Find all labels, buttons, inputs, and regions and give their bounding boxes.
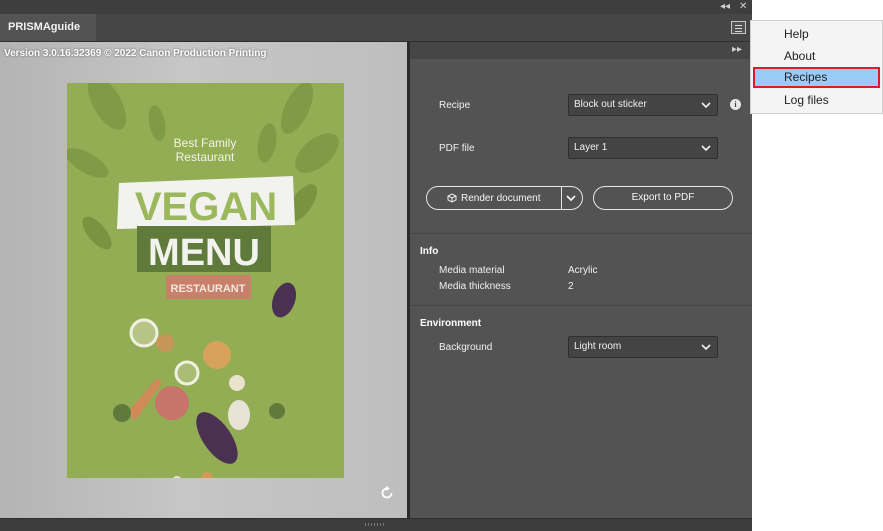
background-select[interactable]: Light room bbox=[568, 336, 718, 358]
menu-item-about[interactable]: About bbox=[751, 46, 882, 67]
export-to-pdf-button[interactable]: Export to PDF bbox=[593, 186, 733, 210]
render-document-button[interactable]: Render document bbox=[426, 186, 583, 210]
section-separator bbox=[410, 233, 752, 234]
poster-line-1: Best Family bbox=[174, 136, 237, 150]
media-material-label: Media material bbox=[439, 265, 505, 276]
poster-word-restaurant: RESTAURANT bbox=[171, 283, 246, 295]
pdf-file-select[interactable]: Layer 1 bbox=[568, 137, 718, 159]
pdf-file-select-value: Layer 1 bbox=[574, 142, 608, 153]
media-thickness-label: Media thickness bbox=[439, 281, 511, 292]
menu-item-log-files[interactable]: Log files bbox=[751, 90, 882, 111]
info-section-title: Info bbox=[420, 246, 439, 257]
expand-icon[interactable]: ▸▸ bbox=[732, 44, 742, 55]
recipe-select[interactable]: Block out sticker bbox=[568, 94, 718, 116]
cube-icon bbox=[447, 193, 457, 203]
version-text: Version 3.0.16.32369 © 2022 Canon Produc… bbox=[4, 48, 267, 59]
tab-bar: PRISMAguide XL bbox=[0, 14, 752, 59]
resize-grip-icon[interactable] bbox=[365, 523, 385, 526]
render-document-label: Render document bbox=[461, 193, 541, 204]
panel-header: ▸▸ bbox=[410, 42, 752, 59]
refresh-icon[interactable] bbox=[378, 484, 396, 502]
poster-preview-image: Best Family Restaurant VEGAN MENU RESTAU… bbox=[67, 83, 344, 478]
collapse-panel-icon[interactable]: ◂◂ bbox=[720, 1, 730, 13]
tab-prismaguide[interactable]: PRISMAguide XL bbox=[0, 14, 96, 59]
plugin-window: ◂◂ ✕ PRISMAguide XL Version 3.0.16.32369… bbox=[0, 0, 752, 531]
poster-line-2: Restaurant bbox=[176, 150, 235, 164]
panel-flyout-menu: Help About Recipes Log files bbox=[750, 20, 883, 114]
settings-panel: ▸▸ Recipe Block out sticker i PDF file L… bbox=[410, 42, 752, 518]
window-top-strip: ◂◂ ✕ bbox=[0, 0, 752, 14]
render-options-chevron-icon[interactable] bbox=[566, 195, 576, 202]
panel-menu-icon[interactable] bbox=[731, 21, 746, 34]
poster-word-vegan: VEGAN bbox=[135, 185, 277, 229]
media-thickness-value: 2 bbox=[568, 281, 574, 292]
section-separator bbox=[410, 305, 752, 306]
chevron-down-icon bbox=[701, 102, 711, 109]
poster-illustration: Best Family Restaurant VEGAN MENU RESTAU… bbox=[67, 83, 344, 478]
background-label: Background bbox=[439, 342, 493, 353]
recipe-select-value: Block out sticker bbox=[574, 99, 647, 110]
menu-item-recipes[interactable]: Recipes bbox=[753, 67, 880, 88]
chevron-down-icon bbox=[701, 344, 711, 351]
environment-section-title: Environment bbox=[420, 318, 482, 329]
poster-word-menu: MENU bbox=[148, 232, 260, 274]
bottom-resize-bar bbox=[0, 518, 752, 531]
chevron-down-icon bbox=[701, 145, 711, 152]
menu-item-help[interactable]: Help bbox=[751, 24, 882, 45]
pdf-file-label: PDF file bbox=[439, 143, 475, 154]
close-icon[interactable]: ✕ bbox=[739, 1, 747, 13]
document-preview: Version 3.0.16.32369 © 2022 Canon Produc… bbox=[0, 42, 407, 518]
background-select-value: Light room bbox=[574, 341, 622, 352]
recipe-label: Recipe bbox=[439, 100, 471, 111]
media-material-value: Acrylic bbox=[568, 265, 598, 276]
info-icon[interactable]: i bbox=[730, 99, 741, 110]
